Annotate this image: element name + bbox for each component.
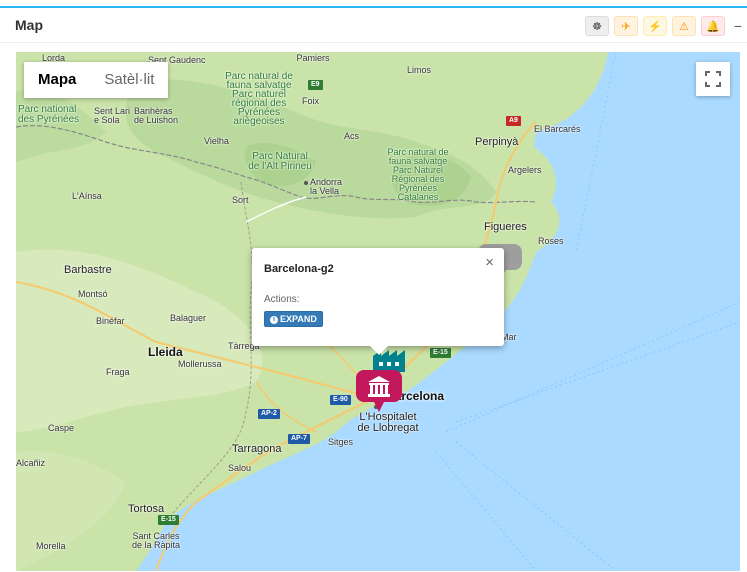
popup-arrow bbox=[370, 346, 388, 355]
city-dot bbox=[304, 181, 308, 185]
map-label: Foix bbox=[302, 96, 320, 106]
map-label: Binéfar bbox=[96, 316, 125, 326]
bell-icon: 🔔 bbox=[706, 20, 720, 33]
bank-icon bbox=[356, 370, 402, 412]
map-label: Argelers bbox=[508, 165, 542, 175]
map-label: Banhèras de Luishon bbox=[134, 106, 179, 125]
map-type-satellite-button[interactable]: Satèl·lit bbox=[90, 62, 168, 98]
map-label: Balaguer bbox=[170, 313, 207, 323]
road-shield: E-15 bbox=[430, 348, 451, 358]
popup-close-button[interactable]: × bbox=[485, 254, 494, 271]
map-label: Andorra la Vella bbox=[310, 177, 343, 196]
map-label: L'Aínsa bbox=[72, 191, 102, 201]
map-label: Sant Carles de la Ràpita bbox=[131, 531, 181, 550]
alarm-filter-button[interactable]: 🔔 bbox=[701, 16, 725, 36]
fullscreen-icon bbox=[705, 71, 721, 87]
map-label: Barbastre bbox=[64, 264, 112, 276]
map-label: Perpinyà bbox=[475, 136, 519, 148]
map-label: El Barcarés bbox=[534, 124, 581, 134]
map-label: Montsó bbox=[78, 289, 108, 299]
map-label: Roses bbox=[538, 236, 564, 246]
fullscreen-button[interactable] bbox=[696, 62, 730, 96]
map-label: Acs bbox=[344, 131, 360, 141]
map-label: Sent Lari e Sola bbox=[94, 106, 131, 125]
group-filter-button[interactable]: ☸ bbox=[585, 16, 609, 36]
map-label: Parc natural de fauna salvatge Parc Natu… bbox=[387, 147, 449, 202]
plug-filter-button[interactable]: ⚡ bbox=[643, 16, 667, 36]
map-label: Sort bbox=[232, 195, 249, 205]
road-shield: AP-2 bbox=[258, 409, 280, 419]
map-label: Salou bbox=[228, 463, 252, 473]
map-canvas[interactable]: Pamiers Limos Lorda Sent Gaudenc Parc na… bbox=[16, 52, 740, 571]
map-label: Limos bbox=[406, 65, 432, 75]
road-shield: AP-7 bbox=[288, 434, 310, 444]
map-label: Fraga bbox=[106, 367, 130, 377]
map-label: Tarragona bbox=[232, 443, 282, 455]
warning-icon: ⚠ bbox=[679, 20, 689, 33]
map-label: Parc national des Pyrénées bbox=[18, 104, 80, 125]
expand-label: EXPAND bbox=[280, 314, 317, 324]
popup-actions-label: Actions: bbox=[264, 294, 300, 305]
plain-area bbox=[16, 451, 126, 571]
museum-marker[interactable] bbox=[356, 370, 402, 417]
road bbox=[255, 381, 317, 433]
map-label: Parc natural de fauna salvatge Parc natu… bbox=[225, 71, 293, 127]
plain-area bbox=[16, 249, 263, 432]
map-type-map-button[interactable]: Mapa bbox=[24, 62, 90, 98]
road-shield: A9 bbox=[506, 116, 521, 126]
plane-filter-button[interactable]: ✈ bbox=[614, 16, 638, 36]
map-label: Pamiers bbox=[296, 53, 330, 63]
plug-icon: ⚡ bbox=[648, 20, 662, 33]
expand-button[interactable]: i EXPAND bbox=[264, 311, 323, 327]
map-label: Parc Natural de l'Alt Pirineu bbox=[248, 151, 312, 172]
map-label: Morella bbox=[36, 541, 66, 551]
road-shield: E-90 bbox=[330, 395, 351, 405]
widget-toolbar: ☸ ✈ ⚡ ⚠ 🔔 − bbox=[580, 15, 747, 37]
forest-patch bbox=[16, 89, 106, 162]
map-label: Lleida bbox=[148, 345, 183, 359]
map-label: Figueres bbox=[484, 221, 527, 233]
map-label: Mollerussa bbox=[178, 359, 222, 369]
popup-title: Barcelona-g2 bbox=[264, 263, 334, 275]
map-label: Vielha bbox=[204, 136, 229, 146]
widget-header: Map ☸ ✈ ⚡ ⚠ 🔔 − bbox=[0, 8, 747, 43]
map-label: Alcañiz bbox=[16, 458, 46, 468]
map-type-control: Mapa Satèl·lit bbox=[24, 62, 169, 98]
collapse-button[interactable]: − bbox=[729, 16, 747, 36]
warning-filter-button[interactable]: ⚠ bbox=[672, 16, 696, 36]
road-shield: E9 bbox=[308, 80, 323, 90]
map-label: Tortosa bbox=[128, 503, 165, 515]
map-label: Sitges bbox=[328, 437, 354, 447]
widget-title: Map bbox=[15, 17, 43, 33]
plane-icon: ✈ bbox=[621, 20, 631, 33]
road-shield: E-15 bbox=[158, 515, 179, 525]
marker-popup: Barcelona-g2 × Actions: i EXPAND bbox=[252, 248, 504, 355]
map-label: Caspe bbox=[48, 423, 75, 433]
group-icon: ☸ bbox=[592, 20, 602, 33]
info-icon: i bbox=[270, 315, 278, 324]
